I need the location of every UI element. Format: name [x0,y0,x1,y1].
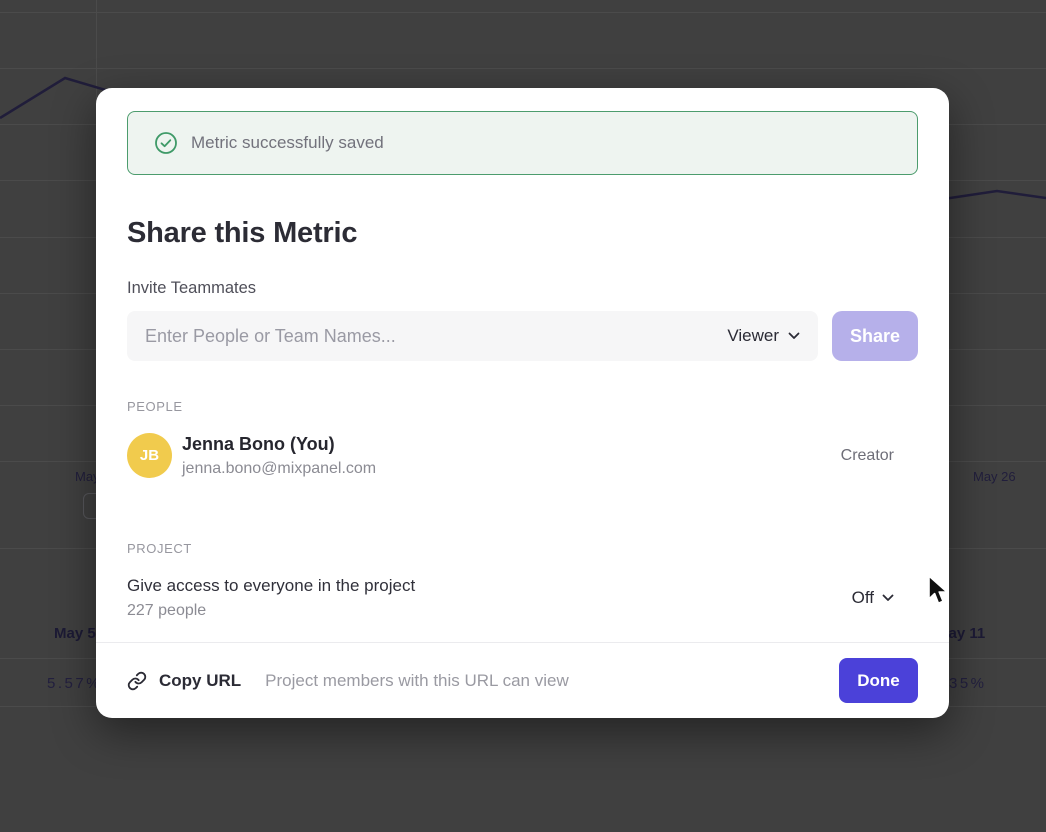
project-access-info: Give access to everyone in the project 2… [127,576,415,620]
check-circle-icon [154,131,178,155]
mouse-cursor [925,575,951,607]
chevron-down-icon [882,594,894,602]
person-email: jenna.bono@mixpanel.com [182,460,376,478]
project-access-dropdown[interactable]: Off [852,588,894,608]
table-value-left: 5.57% [47,675,102,692]
success-toast: Metric successfully saved [127,111,918,175]
share-button[interactable]: Share [832,311,918,361]
avatar: JB [127,433,172,478]
project-access-value: Off [852,588,874,608]
toast-message: Metric successfully saved [191,133,384,153]
copy-url-label: Copy URL [159,671,241,691]
avatar-initials: JB [140,447,159,464]
table-value-right: 35% [949,675,987,692]
app-screen: May May 26 1 May 5 May 11 5.57% 35% Metr… [0,0,1046,832]
project-section-label: PROJECT [127,541,918,556]
link-icon [127,671,147,691]
share-metric-modal: Metric successfully saved Share this Met… [96,88,949,718]
invite-people-input[interactable] [145,326,727,347]
invite-input-container: Viewer [127,311,818,361]
role-dropdown[interactable]: Viewer [727,326,800,346]
person-role-badge: Creator [841,447,894,465]
done-button[interactable]: Done [839,658,918,703]
people-section-label: PEOPLE [127,399,918,414]
person-name: Jenna Bono (You) [182,434,376,455]
invite-teammates-label: Invite Teammates [127,279,918,298]
project-member-count: 227 people [127,602,415,620]
table-header-left: May 5 [54,625,96,642]
xaxis-tick-right: May 26 [973,469,1016,484]
copy-url-hint: Project members with this URL can view [265,671,569,691]
project-access-row: Give access to everyone in the project 2… [127,576,918,620]
modal-footer: Copy URL Project members with this URL c… [96,642,949,718]
person-info: Jenna Bono (You) jenna.bono@mixpanel.com [182,434,376,478]
copy-url-button[interactable]: Copy URL [127,671,241,691]
modal-title: Share this Metric [127,217,918,250]
role-dropdown-value: Viewer [727,326,779,346]
chevron-down-icon [788,332,800,340]
project-access-title: Give access to everyone in the project [127,576,415,596]
person-row: JB Jenna Bono (You) jenna.bono@mixpanel.… [127,433,918,478]
invite-row: Viewer Share [127,311,918,361]
